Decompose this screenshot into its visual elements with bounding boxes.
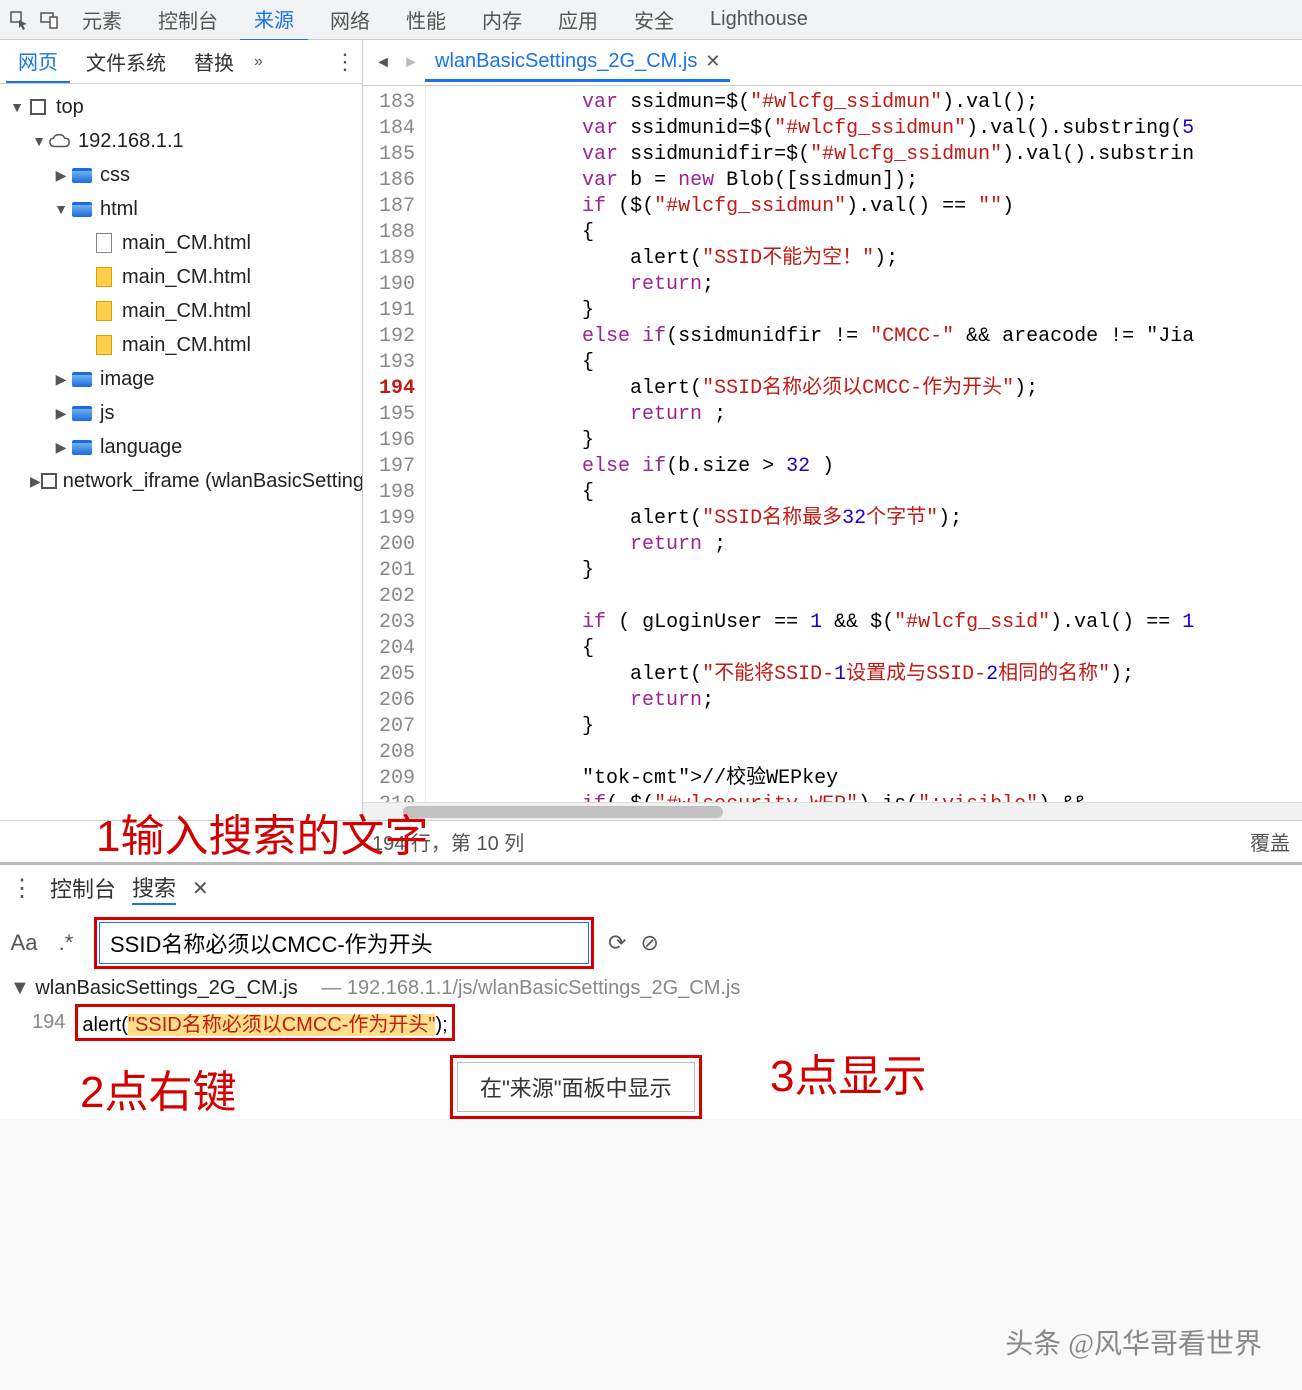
tree-file[interactable]: main_CM.html [4,226,358,260]
device-toggle-icon[interactable] [38,9,60,31]
regex-icon[interactable]: .* [52,930,80,956]
code-area[interactable]: var ssidmun=$("#wlcfg_ssidmun").val(); v… [426,86,1194,802]
close-icon[interactable]: ✕ [705,51,720,72]
status-right: 覆盖 [1250,827,1290,856]
context-menu-item[interactable]: 在"来源"面板中显示 [457,1062,695,1112]
annotation-box-1 [94,917,594,969]
devtools-top-toolbar: 元素 控制台 来源 网络 性能 内存 应用 安全 Lighthouse [0,0,1302,40]
tree-folder-html[interactable]: ▼html [4,192,358,226]
nav-fwd-icon[interactable]: ► [397,54,425,72]
result-lineno: 194 [32,1011,65,1034]
folder-icon [70,199,94,219]
tree-top[interactable]: ▼top [4,90,358,124]
tree-folder-language[interactable]: ▶language [4,430,358,464]
annotation-box-3: 在"来源"面板中显示 [450,1055,702,1119]
tree-iframe[interactable]: ▶network_iframe (wlanBasicSetting [4,464,358,498]
tree-host[interactable]: ▼192.168.1.1 [4,124,358,158]
cursor-position: 194 行，第 10 列 [372,827,524,856]
drawer: ⋮ 控制台 搜索 ✕ Aa .* ⟳ ⊘ ▼ wlanBasicSettings… [0,862,1302,1119]
tab-security[interactable]: 安全 [620,0,688,40]
label: image [100,368,154,391]
line-gutter: 1831841851861871881891901911921931941951… [363,86,426,802]
editor-status: 194 行，第 10 列 覆盖 [0,820,1302,862]
nav-back-icon[interactable]: ◄ [369,54,397,72]
drawer-tab-console[interactable]: 控制台 [50,872,116,904]
tree-host-label: 192.168.1.1 [78,130,184,153]
subtab-page[interactable]: 网页 [6,40,70,83]
tree-file[interactable]: main_CM.html [4,328,358,362]
file-icon [92,301,116,321]
tree-file[interactable]: main_CM.html [4,294,358,328]
inspect-icon[interactable] [8,9,30,31]
editor-scrollbar[interactable] [363,802,1302,820]
subtab-filesystem[interactable]: 文件系统 [74,41,178,82]
editor-pane: ◄ ► wlanBasicSettings_2G_CM.js ✕ 1831841… [363,40,1302,820]
folder-icon [70,437,94,457]
tab-performance[interactable]: 性能 [392,0,460,40]
match-case-icon[interactable]: Aa [10,930,38,956]
drawer-tab-close-icon[interactable]: ✕ [192,876,209,901]
editor-tab-label: wlanBasicSettings_2G_CM.js [435,50,697,73]
search-result: ▼ wlanBasicSettings_2G_CM.js — 192.168.1… [0,975,1302,1119]
navigator-subtabs: 网页 文件系统 替换 » ⋮ [0,40,362,84]
drawer-menu-icon[interactable]: ⋮ [10,874,34,903]
tree-folder-css[interactable]: ▶css [4,158,358,192]
drawer-tabs: ⋮ 控制台 搜索 ✕ [0,865,1302,911]
sources-main: 网页 文件系统 替换 » ⋮ ▼top ▼192.168.1.1 ▶css ▼h… [0,40,1302,820]
file-icon [92,233,116,253]
subtab-menu-icon[interactable]: ⋮ [334,49,356,75]
folder-icon [70,403,94,423]
tree-folder-js[interactable]: ▶js [4,396,358,430]
subtab-overrides[interactable]: 替换 [182,41,246,82]
file-icon [92,267,116,287]
tab-memory[interactable]: 内存 [468,0,536,40]
editor-tab-active[interactable]: wlanBasicSettings_2G_CM.js ✕ [425,44,730,82]
tab-elements[interactable]: 元素 [68,0,136,40]
label: html [100,198,138,221]
label: language [100,436,182,459]
label: css [100,164,130,187]
label: main_CM.html [122,334,251,357]
result-path: 192.168.1.1/js/wlanBasicSettings_2G_CM.j… [347,977,741,999]
watermark: 头条 @风华哥看世界 [1005,1322,1262,1362]
drawer-tab-search[interactable]: 搜索 [132,871,176,905]
tab-lighthouse[interactable]: Lighthouse [696,2,822,37]
subtab-more[interactable]: » [254,53,263,71]
search-row: Aa .* ⟳ ⊘ [0,911,1302,975]
result-filename: wlanBasicSettings_2G_CM.js [35,977,297,999]
snippet-post: ); [435,1014,447,1036]
refresh-icon[interactable]: ⟳ [608,930,626,956]
tree-file[interactable]: main_CM.html [4,260,358,294]
annotation-box-2: alert("SSID名称必须以CMCC-作为开头"); [75,1004,454,1041]
editor-tabs: ◄ ► wlanBasicSettings_2G_CM.js ✕ [363,40,1302,86]
result-line[interactable]: 194 alert("SSID名称必须以CMCC-作为开头"); [10,1004,1292,1041]
label: network_iframe (wlanBasicSetting [63,470,362,493]
file-icon [92,335,116,355]
tree-folder-image[interactable]: ▶image [4,362,358,396]
label: main_CM.html [122,300,251,323]
cloud-icon [48,131,72,151]
result-file[interactable]: ▼ wlanBasicSettings_2G_CM.js — 192.168.1… [10,977,1292,1000]
scrollbar-thumb[interactable] [403,806,723,818]
file-navigator: 网页 文件系统 替换 » ⋮ ▼top ▼192.168.1.1 ▶css ▼h… [0,40,363,820]
folder-icon [70,165,94,185]
snippet-pre: alert( [82,1014,128,1036]
label: main_CM.html [122,232,251,255]
tab-application[interactable]: 应用 [544,0,612,40]
tab-console[interactable]: 控制台 [144,0,232,40]
folder-icon [70,369,94,389]
tree-top-label: top [56,96,84,119]
tab-sources[interactable]: 来源 [240,0,308,42]
label: js [100,402,114,425]
tab-network[interactable]: 网络 [316,0,384,40]
label: main_CM.html [122,266,251,289]
snippet-match: "SSID名称必须以CMCC-作为开头" [128,1014,436,1036]
code-editor[interactable]: 1831841851861871881891901911921931941951… [363,86,1302,802]
search-input[interactable] [99,922,589,964]
file-tree: ▼top ▼192.168.1.1 ▶css ▼html main_CM.htm… [0,84,362,504]
clear-icon[interactable]: ⊘ [640,930,658,956]
